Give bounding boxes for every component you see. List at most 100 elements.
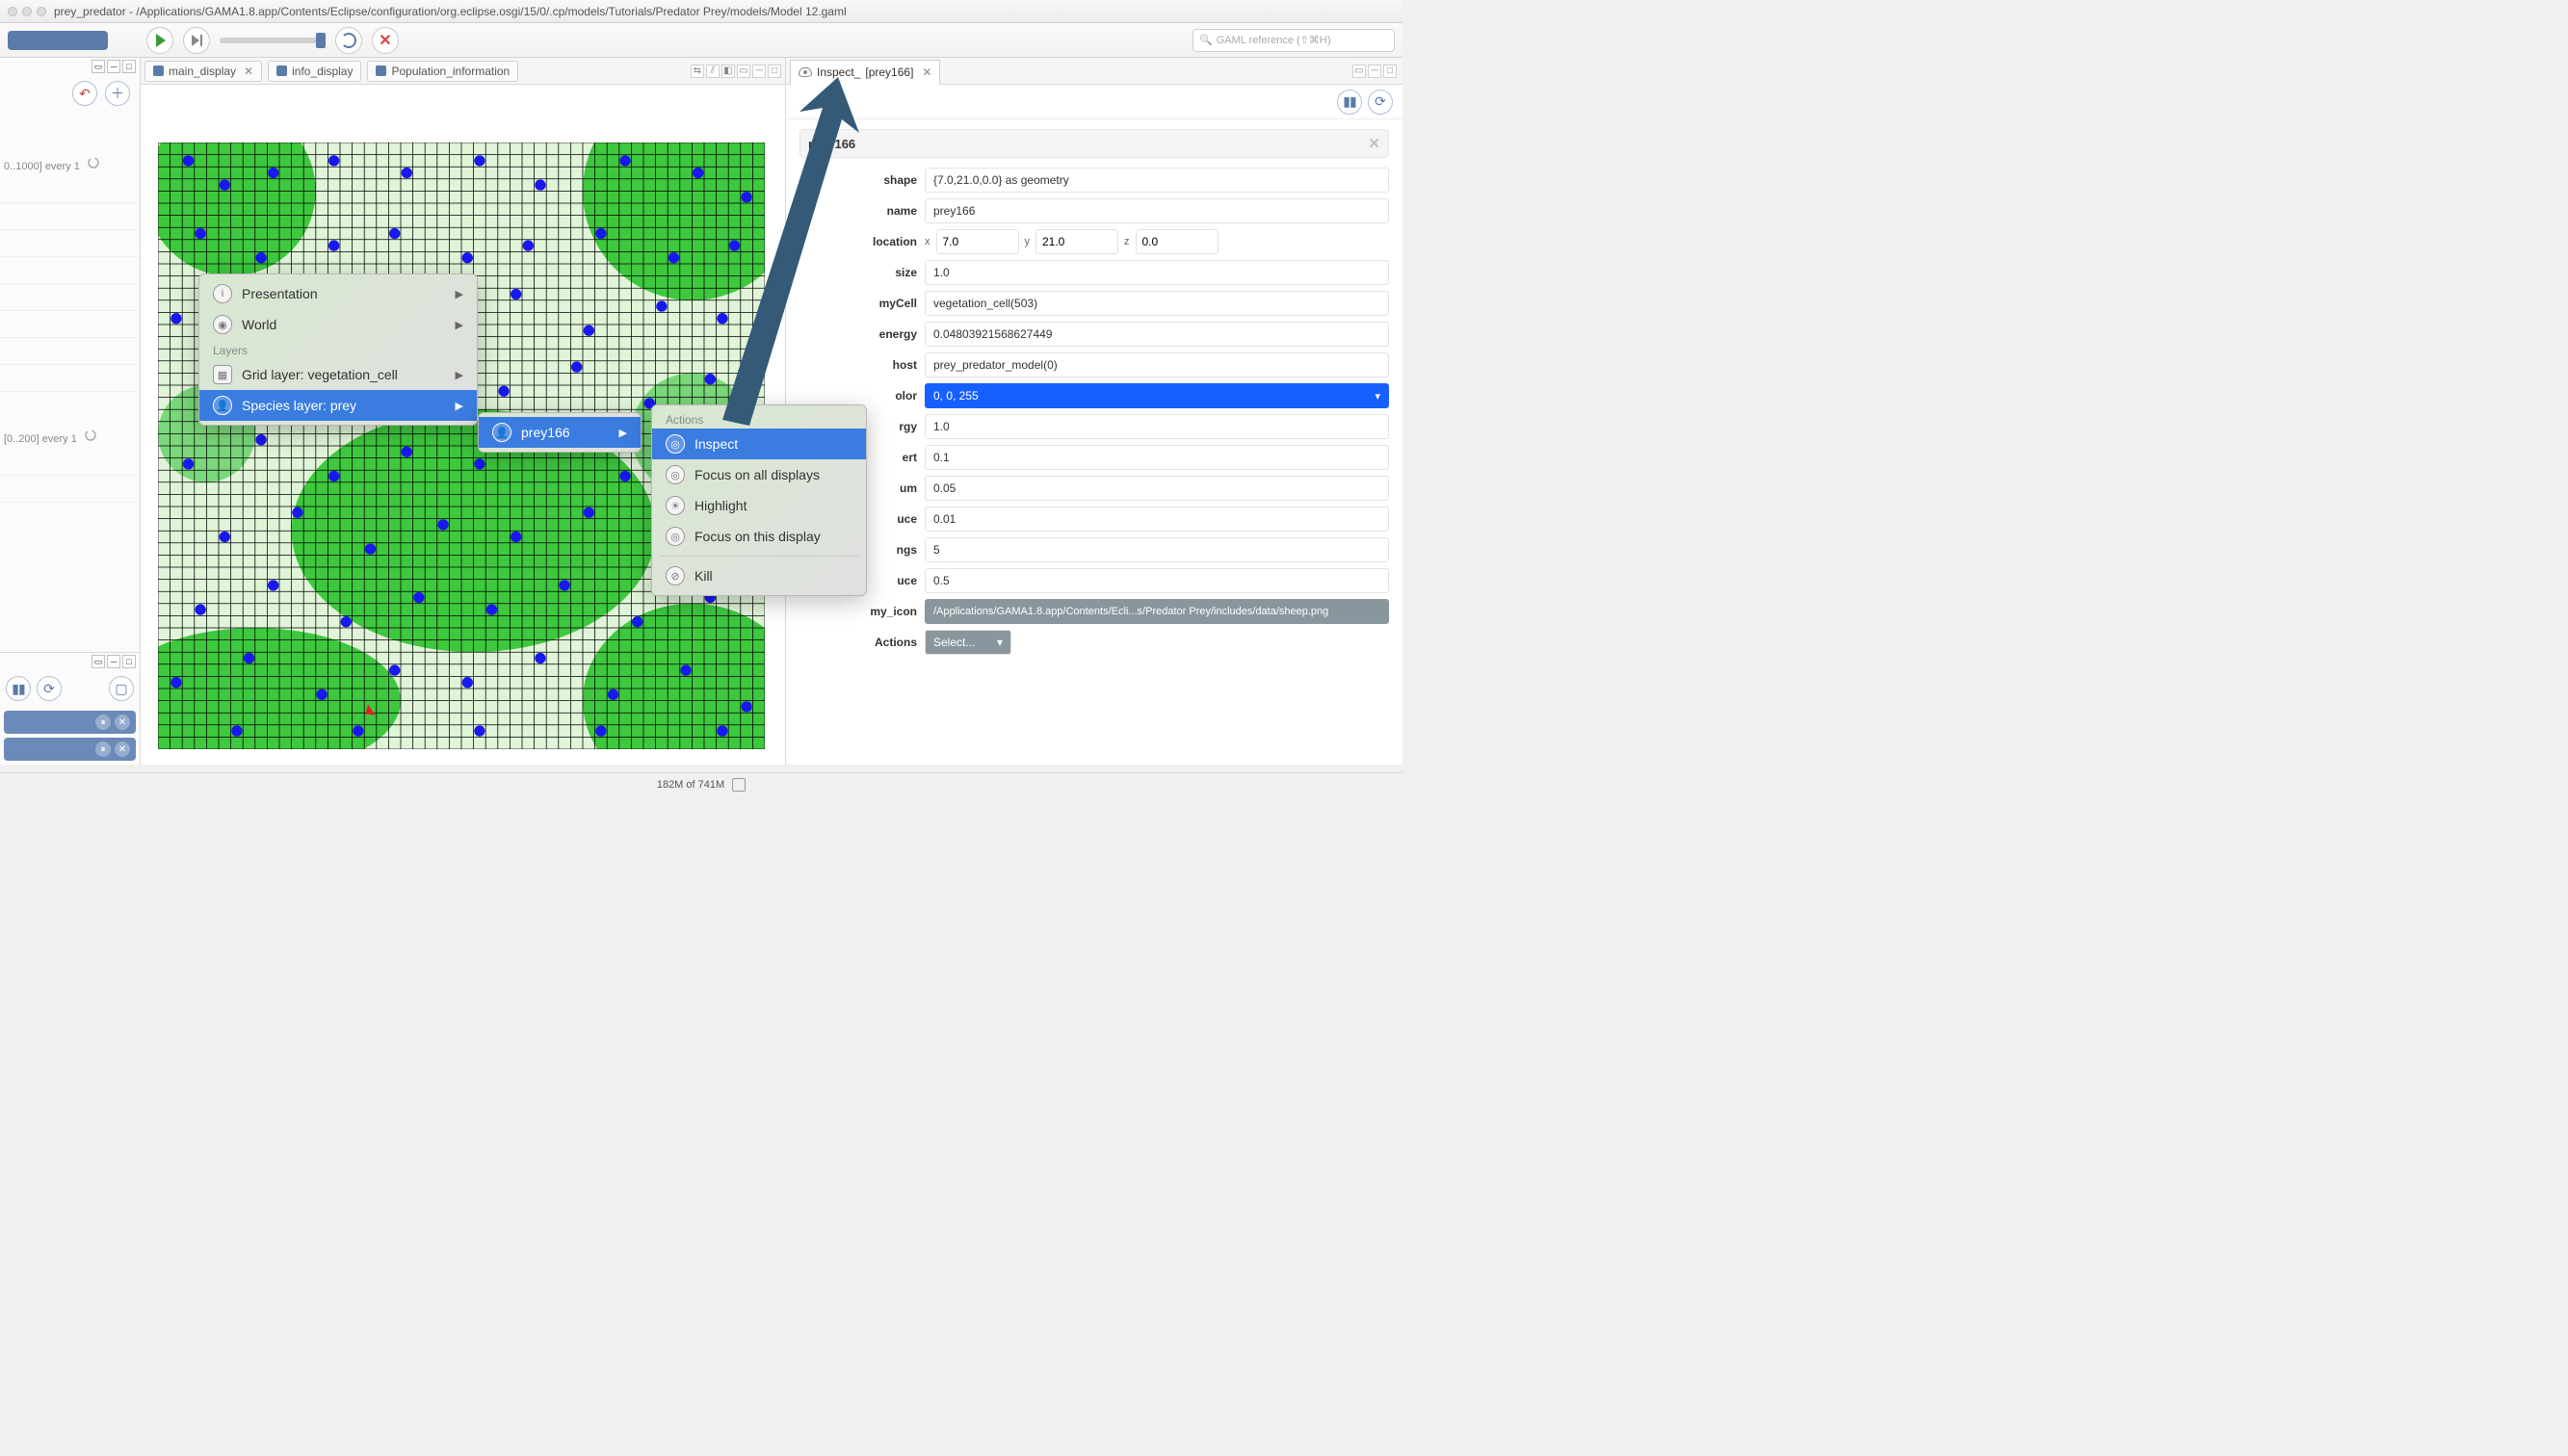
view-icon[interactable]: ▭ bbox=[92, 655, 105, 668]
close-icon[interactable]: ✕ bbox=[922, 65, 931, 79]
location-x-input[interactable] bbox=[936, 229, 1019, 254]
stop-button[interactable]: ✕ bbox=[372, 27, 399, 54]
step-button[interactable] bbox=[183, 27, 210, 54]
step-icon bbox=[192, 35, 202, 46]
action-focus-this[interactable]: ◎ Focus on this display bbox=[652, 521, 866, 552]
back-button[interactable]: ↶ bbox=[72, 81, 97, 106]
pause-button[interactable]: ▮▮ bbox=[1337, 90, 1362, 115]
refresh-button[interactable]: ⟳ bbox=[1368, 90, 1393, 115]
param-row[interactable] bbox=[0, 365, 140, 392]
main-toolbar: ✕ GAML reference (⇧⌘H) bbox=[0, 23, 1402, 58]
search-input[interactable]: GAML reference (⇧⌘H) bbox=[1192, 29, 1395, 52]
menu-world[interactable]: ◉ World ▶ bbox=[199, 309, 477, 340]
max-energy-value[interactable]: 1.0 bbox=[925, 414, 1389, 439]
slider-thumb[interactable] bbox=[316, 33, 326, 48]
close-icon[interactable]: ✕ bbox=[244, 65, 253, 78]
param-row[interactable] bbox=[0, 284, 140, 311]
reload-button[interactable] bbox=[335, 27, 362, 54]
close-icon[interactable]: ✕ bbox=[115, 715, 130, 730]
maximize-icon[interactable]: □ bbox=[768, 65, 781, 78]
action-kill[interactable]: ⊘ Kill bbox=[652, 560, 866, 591]
color-value[interactable]: 0, 0, 255 bbox=[925, 383, 1389, 408]
field-name: name prey166 bbox=[799, 198, 1389, 223]
maximize-icon[interactable]: □ bbox=[122, 655, 136, 668]
tab-population-info[interactable]: Population_information bbox=[367, 61, 518, 82]
menu-species-layer[interactable]: 👤 Species layer: prey ▶ bbox=[199, 390, 477, 421]
name-value[interactable]: prey166 bbox=[925, 198, 1389, 223]
display-icon bbox=[153, 65, 164, 76]
minimize-icon[interactable]: ─ bbox=[1368, 65, 1381, 78]
offsprings-value[interactable]: 5 bbox=[925, 537, 1389, 562]
opt-icon[interactable]: ⫽ bbox=[706, 65, 720, 78]
action-focus-all[interactable]: ◎ Focus on all displays bbox=[652, 459, 866, 490]
screen-button[interactable]: ▢ bbox=[109, 676, 134, 701]
chevron-right-icon: ▶ bbox=[456, 288, 463, 300]
mycell-value[interactable]: vegetation_cell(503) bbox=[925, 291, 1389, 316]
traffic-lights bbox=[8, 7, 46, 16]
inspect-tab[interactable]: Inspect_ [prey166] ✕ bbox=[790, 60, 940, 85]
window-titlebar: prey_predator - /Applications/GAMA1.8.ap… bbox=[0, 0, 1402, 23]
x-icon: ✕ bbox=[379, 31, 391, 50]
add-button[interactable]: ＋ bbox=[105, 81, 130, 106]
action-inspect[interactable]: ◎ Inspect bbox=[652, 429, 866, 459]
min-dot[interactable] bbox=[22, 7, 32, 16]
minimize-icon[interactable]: ─ bbox=[107, 60, 120, 73]
minimize-icon[interactable]: ─ bbox=[752, 65, 766, 78]
pause-icon[interactable]: ⏸ bbox=[95, 715, 111, 730]
monitor-row[interactable]: ⏸ ✕ bbox=[4, 738, 136, 761]
shape-value[interactable]: {7.0,21.0,0.0} as geometry bbox=[925, 168, 1389, 193]
pause-icon[interactable]: ⏸ bbox=[95, 741, 111, 757]
param-label-1: 0..1000] every 1 bbox=[0, 148, 140, 176]
view-icon[interactable]: ▭ bbox=[1352, 65, 1366, 78]
tab-main-display[interactable]: main_display ✕ bbox=[144, 61, 262, 82]
close-icon[interactable]: ✕ bbox=[115, 741, 130, 757]
energy-reproduce-value[interactable]: 0.5 bbox=[925, 568, 1389, 593]
opt-icon[interactable]: ◧ bbox=[721, 65, 735, 78]
maximize-icon[interactable]: □ bbox=[1383, 65, 1397, 78]
location-z-input[interactable] bbox=[1136, 229, 1218, 254]
speed-slider[interactable] bbox=[220, 38, 326, 43]
menu-separator bbox=[660, 556, 858, 557]
close-dot[interactable] bbox=[8, 7, 17, 16]
max-dot[interactable] bbox=[37, 7, 46, 16]
opt-icon[interactable]: ⇆ bbox=[691, 65, 704, 78]
highlight-icon: ☀ bbox=[666, 496, 685, 515]
energy-value[interactable]: 0.04803921568627449 bbox=[925, 322, 1389, 347]
refresh-button[interactable]: ⟳ bbox=[37, 676, 62, 701]
play-button[interactable] bbox=[146, 27, 173, 54]
menu-grid-layer[interactable]: ▦ Grid layer: vegetation_cell ▶ bbox=[199, 359, 477, 390]
actions-select[interactable]: Select... bbox=[925, 630, 1011, 655]
tab-info-display[interactable]: info_display bbox=[268, 61, 361, 82]
param-row[interactable] bbox=[0, 311, 140, 338]
param-row[interactable] bbox=[0, 203, 140, 230]
location-y-input[interactable] bbox=[1035, 229, 1118, 254]
energy-transfert-value[interactable]: 0.1 bbox=[925, 445, 1389, 470]
eye-icon bbox=[799, 67, 812, 77]
action-highlight[interactable]: ☀ Highlight bbox=[652, 490, 866, 521]
submenu-prey166[interactable]: 👤 prey166 ▶ bbox=[479, 417, 641, 448]
size-value[interactable]: 1.0 bbox=[925, 260, 1389, 285]
maximize-icon[interactable]: □ bbox=[122, 60, 136, 73]
proba-reproduce-value[interactable]: 0.01 bbox=[925, 507, 1389, 532]
minimize-icon[interactable]: ─ bbox=[107, 655, 120, 668]
close-agent-icon[interactable]: ✕ bbox=[1368, 135, 1380, 152]
param-row[interactable] bbox=[0, 176, 140, 203]
opt-icon[interactable]: ▭ bbox=[737, 65, 750, 78]
param-row[interactable] bbox=[0, 449, 140, 476]
energy-consum-value[interactable]: 0.05 bbox=[925, 476, 1389, 501]
view-icon[interactable]: ▭ bbox=[92, 60, 105, 73]
param-row[interactable] bbox=[0, 257, 140, 284]
param-row[interactable] bbox=[0, 230, 140, 257]
pause-button[interactable]: ▮▮ bbox=[6, 676, 31, 701]
menu-presentation[interactable]: i Presentation ▶ bbox=[199, 278, 477, 309]
param-row[interactable] bbox=[0, 338, 140, 365]
monitor-row[interactable]: ⏸ ✕ bbox=[4, 711, 136, 734]
pause-icon: ▮▮ bbox=[1343, 93, 1355, 110]
refresh-icon: ⟳ bbox=[43, 681, 55, 697]
param-label-2: [0..200] every 1 bbox=[0, 421, 140, 449]
icon-path-value[interactable]: /Applications/GAMA1.8.app/Contents/Ecli.… bbox=[925, 599, 1389, 624]
param-row[interactable] bbox=[0, 476, 140, 503]
trash-icon[interactable] bbox=[732, 778, 746, 792]
chevron-right-icon: ▶ bbox=[456, 400, 463, 412]
host-value[interactable]: prey_predator_model(0) bbox=[925, 352, 1389, 377]
